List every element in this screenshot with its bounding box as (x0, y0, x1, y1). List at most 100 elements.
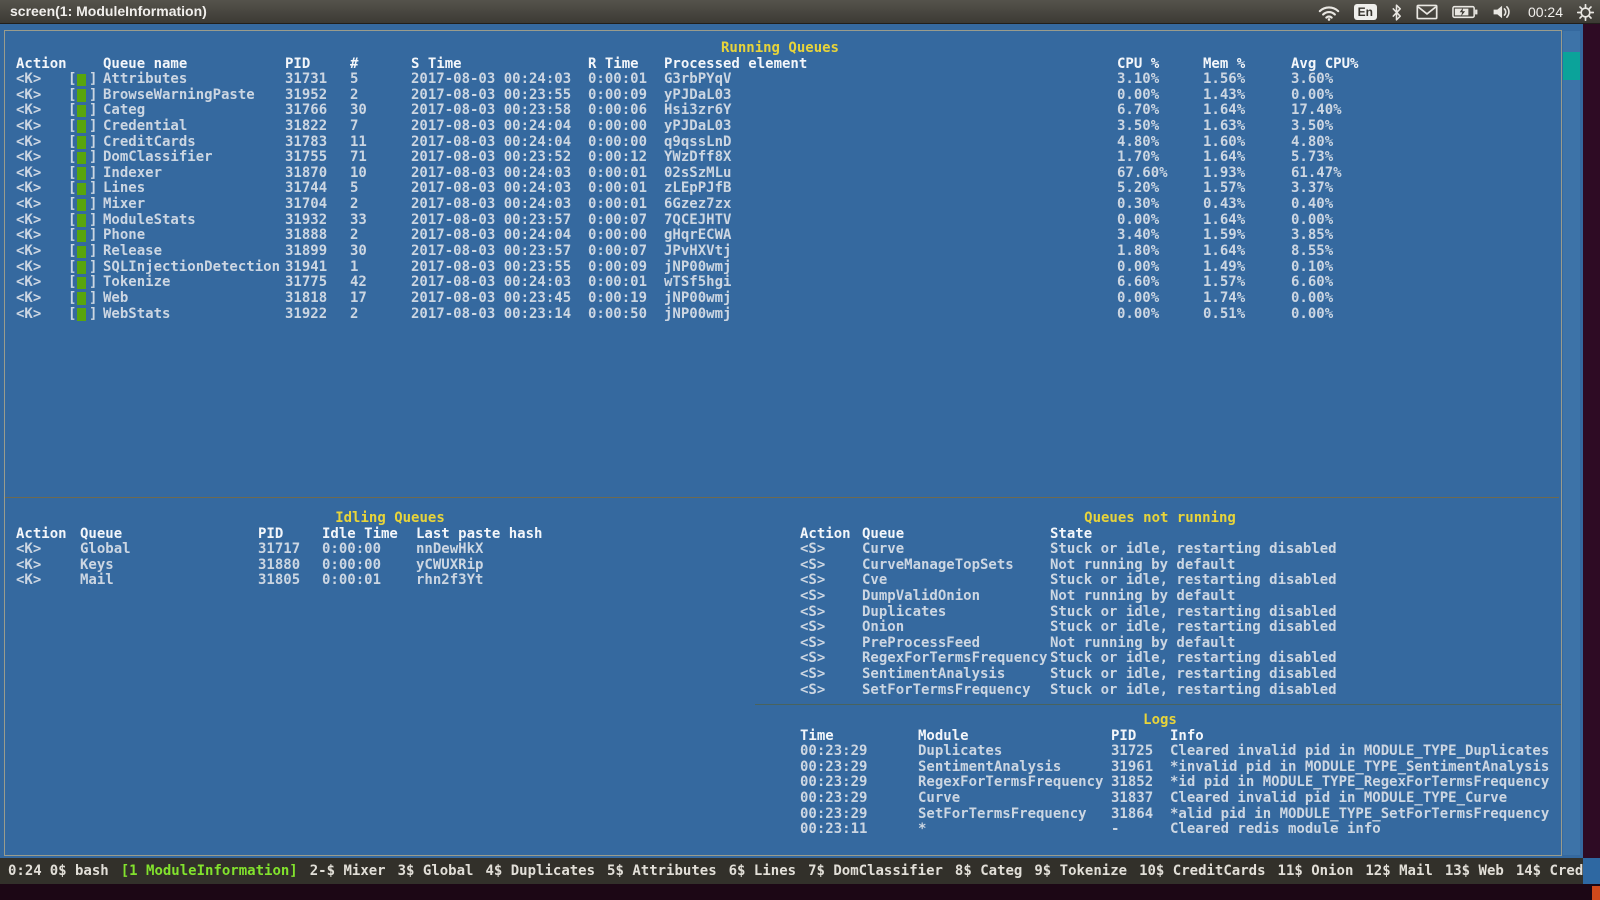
keyboard-layout-indicator[interactable]: En (1354, 4, 1377, 20)
volume-icon[interactable] (1492, 4, 1514, 20)
running-queue-row: <K> [ ] ModuleStats 31932 33 2017-08-03 … (0, 213, 1583, 229)
bracket-close: ] (89, 291, 97, 307)
mail-icon[interactable] (1416, 4, 1438, 20)
not-running-queue-row: <S> PreProcessFeed Not running by defaul… (0, 636, 1583, 652)
activity-bar (77, 199, 86, 212)
bracket-open: [ (68, 244, 76, 260)
log-info: *alid pid in MODULE_TYPE_SetForTermsFreq… (1170, 807, 1549, 823)
log-info: Cleared redis module info (1170, 822, 1381, 838)
header-avg-cpu: Avg CPU% (1291, 56, 1358, 72)
bracket-close: ] (89, 244, 97, 260)
bluetooth-icon[interactable] (1391, 4, 1402, 21)
queue-run-time: 0:00:00 (588, 228, 647, 244)
queue-run-time: 0:00:07 (588, 213, 647, 229)
bracket-close: ] (89, 213, 97, 229)
running-queue-row: <K> [ ] Attributes 31731 5 2017-08-03 00… (0, 72, 1583, 88)
processed-element: jNP00wmj (664, 307, 731, 323)
queue-count: 30 (350, 244, 367, 260)
cpu-percent: 0.00% (1117, 307, 1159, 323)
queue-name: SQLInjectionDetection (103, 260, 280, 276)
action-kill: <K> (16, 260, 41, 276)
action-kill: <K> (16, 166, 41, 182)
mem-percent: 1.57% (1203, 181, 1245, 197)
window-titlebar[interactable]: screen(1: ModuleInformation) En (0, 0, 1600, 24)
idling-queues-title: Idling Queues (0, 510, 780, 526)
running-queue-row: <K> [ ] Lines 31744 5 2017-08-03 00:24:0… (0, 181, 1583, 197)
queue-pid: 31822 (285, 119, 327, 135)
queue-state: Stuck or idle, restarting disabled (1050, 667, 1337, 683)
queue-count: 10 (350, 166, 367, 182)
queue-count: 30 (350, 103, 367, 119)
window-tab-label: 12$ Mail (1365, 863, 1432, 879)
action-kill: <K> (16, 103, 41, 119)
queue-pid: 31744 (285, 181, 327, 197)
action-kill: <K> (16, 119, 41, 135)
bracket-close: ] (89, 103, 97, 119)
queue-name: Release (103, 244, 162, 260)
queue-run-time: 0:00:07 (588, 244, 647, 260)
scrollbar[interactable] (1563, 31, 1580, 855)
status-bar-item: 0:24 (8, 858, 42, 884)
mem-percent: 0.51% (1203, 307, 1245, 323)
running-queues-title: Running Queues (0, 40, 1560, 56)
activity-bar (77, 152, 86, 165)
queue-pid: 31783 (285, 135, 327, 151)
window-tab-label: 7$ DomClassifier (808, 863, 943, 879)
log-module: SetForTermsFrequency (918, 807, 1087, 823)
activity-bar (77, 277, 86, 290)
queue-pid: 31899 (285, 244, 327, 260)
terminal-window[interactable]: Running Queues Action Queue name PID # S… (0, 24, 1583, 858)
queue-run-time: 0:00:01 (588, 275, 647, 291)
queue-name: Cve (862, 573, 887, 589)
queue-count: 2 (350, 228, 358, 244)
avg-cpu-percent: 8.55% (1291, 244, 1333, 260)
cpu-percent: 0.00% (1117, 213, 1159, 229)
battery-icon[interactable] (1452, 5, 1478, 19)
bottom-corner-accent (1592, 886, 1600, 900)
session-gear-icon[interactable] (1577, 4, 1594, 21)
running-queue-row: <K> [ ] Credential 31822 7 2017-08-03 00… (0, 119, 1583, 135)
queue-name: CreditCards (103, 135, 196, 151)
bracket-open: [ (68, 197, 76, 213)
bracket-open: [ (68, 72, 76, 88)
avg-cpu-percent: 17.40% (1291, 103, 1342, 119)
mem-percent: 1.64% (1203, 150, 1245, 166)
queue-pid: 31870 (285, 166, 327, 182)
queue-count: 42 (350, 275, 367, 291)
queue-run-time: 0:00:00 (588, 135, 647, 151)
mem-percent: 1.60% (1203, 135, 1245, 151)
queue-state: Stuck or idle, restarting disabled (1050, 573, 1337, 589)
running-queue-row: <K> [ ] Web 31818 17 2017-08-03 00:23:45… (0, 291, 1583, 307)
cpu-percent: 0.00% (1117, 291, 1159, 307)
clock-indicator[interactable]: 00:24 (1528, 4, 1563, 20)
queue-count: 2 (350, 197, 358, 213)
processed-element: jNP00wmj (664, 291, 731, 307)
scrollbar-thumb[interactable] (1563, 52, 1580, 80)
window-tab-label: 10$ CreditCards (1139, 863, 1265, 879)
queue-name: Phone (103, 228, 145, 244)
window-tab-label: 4$ Duplicates (485, 863, 595, 879)
action-start: <S> (800, 573, 825, 589)
log-row: 00:23:29 SentimentAnalysis 31961 *invali… (0, 760, 1583, 776)
action-kill: <K> (16, 307, 41, 323)
queue-start-time: 2017-08-03 00:23:55 (411, 88, 571, 104)
avg-cpu-percent: 0.00% (1291, 213, 1333, 229)
bracket-open: [ (68, 181, 76, 197)
wifi-icon[interactable] (1318, 4, 1340, 21)
avg-cpu-percent: 0.00% (1291, 88, 1333, 104)
header-processed-element: Processed element (664, 56, 807, 72)
queue-name: Attributes (103, 72, 187, 88)
queue-count: 2 (350, 88, 358, 104)
queue-run-time: 0:00:01 (588, 197, 647, 213)
queue-name: RegexForTermsFrequency (862, 651, 1047, 667)
log-time: 00:23:29 (800, 807, 867, 823)
log-info: *invalid pid in MODULE_TYPE_SentimentAna… (1170, 760, 1549, 776)
running-queue-row: <K> [ ] SQLInjectionDetection 31941 1 20… (0, 260, 1583, 276)
activity-bar (77, 74, 86, 87)
queue-name: Categ (103, 103, 145, 119)
bracket-close: ] (89, 228, 97, 244)
avg-cpu-percent: 6.60% (1291, 275, 1333, 291)
logs-header: Time Module PID Info (0, 728, 1583, 744)
queue-name: Web (103, 291, 128, 307)
cpu-percent: 3.40% (1117, 228, 1159, 244)
